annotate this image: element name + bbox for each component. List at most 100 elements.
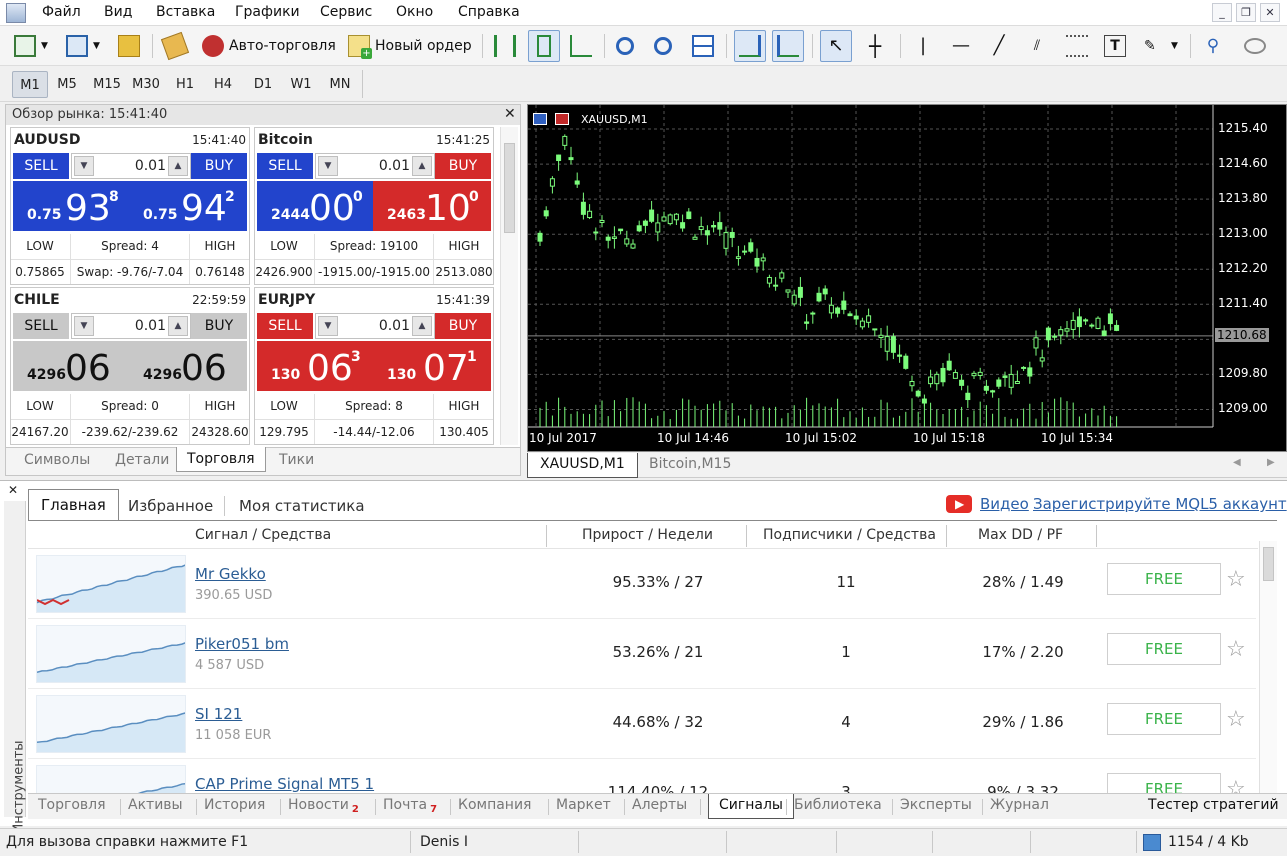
vertical-line-button[interactable]: | — [908, 30, 938, 62]
menu-window[interactable]: Окно — [396, 4, 433, 20]
lot-value[interactable]: 0.01 — [342, 158, 410, 174]
shapes-button[interactable]: ✎ ▼ — [1140, 30, 1182, 62]
chevron-down-icon[interactable]: ▼ — [74, 316, 94, 336]
star-icon[interactable]: ☆ — [1226, 777, 1246, 793]
minimize-icon[interactable]: _ — [1212, 3, 1232, 22]
sell-button[interactable]: SELL — [13, 153, 69, 179]
tab-1[interactable]: Торговля — [38, 797, 106, 813]
tf-h1[interactable]: H1 — [167, 71, 203, 98]
tab-8[interactable]: Алерты — [632, 797, 687, 813]
buy-button[interactable]: BUY — [435, 153, 491, 179]
market-watch-scrollbar[interactable] — [500, 127, 518, 445]
tf-d1[interactable]: D1 — [245, 71, 281, 98]
zoom-out-button[interactable] — [650, 30, 676, 62]
growth-thumbnail[interactable] — [36, 555, 188, 613]
chevron-down-icon[interactable]: ▼ — [318, 156, 338, 176]
subscribe-button[interactable]: FREE — [1107, 563, 1221, 595]
tab-details[interactable]: Детали — [115, 452, 169, 468]
chart-window[interactable]: XAUUSD,M1 1215.40 1214.60 1213.80 1213.00 12… — [527, 104, 1287, 452]
tf-h4[interactable]: H4 — [205, 71, 241, 98]
tf-m1[interactable]: M1 — [12, 71, 48, 98]
star-icon[interactable]: ☆ — [1226, 567, 1246, 592]
tab-4[interactable]: Новости 2 — [288, 797, 359, 815]
bid-price[interactable]: 2444 00 0 — [257, 181, 375, 231]
chevron-up-icon[interactable]: ▲ — [168, 156, 188, 176]
sell-button[interactable]: SELL — [13, 313, 69, 339]
auto-trading-button[interactable]: Авто-торговля — [198, 30, 340, 62]
ask-price[interactable]: 2463 10 0 — [373, 181, 491, 231]
buy-button[interactable]: BUY — [191, 153, 247, 179]
menu-insert[interactable]: Вставка — [156, 4, 215, 20]
tab-10[interactable]: Библиотека — [794, 797, 882, 813]
menu-view[interactable]: Вид — [104, 4, 132, 20]
growth-thumbnail[interactable] — [36, 765, 188, 793]
symbol-card[interactable]: CHILE 22:59:59 SELL ▼ 0.01 ▲ BUY 4296 06 4296 06 LO… — [10, 287, 250, 445]
lot-value[interactable]: 0.01 — [98, 318, 166, 334]
tf-m15[interactable]: M15 — [89, 71, 125, 98]
subscribe-button[interactable]: FREE — [1107, 703, 1221, 735]
tf-m5[interactable]: M5 — [49, 71, 85, 98]
tf-m30[interactable]: M30 — [128, 71, 164, 98]
close-icon[interactable]: ✕ — [1260, 3, 1280, 22]
scroll-right-icon[interactable]: ▶ — [1267, 457, 1275, 468]
tab-chart-bitcoin[interactable]: Bitcoin,M15 — [649, 456, 731, 472]
lot-stepper[interactable]: ▼ 0.01 ▲ — [315, 313, 435, 339]
tf-mn[interactable]: MN — [322, 71, 358, 98]
bar-chart-button[interactable] — [490, 30, 520, 62]
tab-5[interactable]: Почта 7 — [383, 797, 437, 815]
tab-chart-xauusd[interactable]: XAUUSD,M1 — [527, 453, 638, 478]
buy-button[interactable]: BUY — [435, 313, 491, 339]
signal-row[interactable]: Piker051 bm 4 587 USD 53.26% / 21 1 17% / 2.… — [28, 619, 1256, 689]
bid-price[interactable]: 0.75 93 8 — [13, 181, 131, 231]
tab-12[interactable]: Журнал — [990, 797, 1049, 813]
tab-6[interactable]: Компания — [458, 797, 531, 813]
lot-value[interactable]: 0.01 — [98, 158, 166, 174]
cursor-button[interactable]: ↖ — [820, 30, 852, 62]
symbol-card[interactable]: Bitcoin 15:41:25 SELL ▼ 0.01 ▲ BUY 2444 00 0 2463 1… — [254, 127, 494, 285]
menu-file[interactable]: Файл — [42, 4, 81, 20]
chart-shift-button[interactable] — [772, 30, 804, 62]
signal-row[interactable]: SI 121 11 058 EUR 44.68% / 32 4 29% / 1.86 FR… — [28, 689, 1256, 759]
tab-9[interactable]: Сигналы — [708, 794, 794, 819]
ask-price[interactable]: 130 07 1 — [373, 341, 491, 391]
growth-thumbnail[interactable] — [36, 625, 188, 683]
horizontal-line-button[interactable]: — — [946, 30, 976, 62]
tab-trading[interactable]: Торговля — [176, 447, 266, 472]
tab-11[interactable]: Эксперты — [900, 797, 972, 813]
buy-button[interactable]: BUY — [191, 313, 247, 339]
trendline-button[interactable]: ╱ — [984, 30, 1014, 62]
tab-7[interactable]: Маркет — [556, 797, 611, 813]
menu-charts[interactable]: Графики — [235, 4, 300, 20]
profiles-button[interactable]: ▼ — [62, 30, 104, 62]
symbol-card[interactable]: AUDUSD 15:41:40 SELL ▼ 0.01 ▲ BUY 0.75 93 8 0.75 94… — [10, 127, 250, 285]
tile-windows-button[interactable] — [688, 30, 718, 62]
sell-button[interactable]: SELL — [257, 153, 313, 179]
symbol-card[interactable]: EURJPY 15:41:39 SELL ▼ 0.01 ▲ BUY 130 06 3 130 07 1 L… — [254, 287, 494, 445]
signal-row[interactable]: Mr Gekko 390.65 USD 95.33% / 27 11 28% / 1.4… — [28, 549, 1256, 619]
fibonacci-button[interactable] — [1062, 30, 1092, 62]
market-watch-button[interactable] — [160, 30, 190, 62]
bid-price[interactable]: 4296 06 — [13, 341, 131, 391]
star-icon[interactable]: ☆ — [1226, 707, 1246, 732]
candlestick-chart[interactable] — [528, 105, 1286, 451]
ask-price[interactable]: 0.75 94 2 — [129, 181, 247, 231]
menu-tools[interactable]: Сервис — [320, 4, 372, 20]
tf-w1[interactable]: W1 — [283, 71, 319, 98]
tab-ticks[interactable]: Тики — [279, 452, 314, 468]
text-label-button[interactable]: T — [1100, 30, 1130, 62]
signal-row[interactable]: CAP Prime Signal MT5 1 114.40% / 12 3 9% / … — [28, 759, 1256, 793]
signal-name-link[interactable]: CAP Prime Signal MT5 1 — [195, 775, 374, 793]
tab-3[interactable]: История — [204, 797, 265, 813]
bid-price[interactable]: 130 06 3 — [257, 341, 375, 391]
restore-icon[interactable]: ❐ — [1236, 3, 1256, 22]
scroll-left-icon[interactable]: ◀ — [1233, 457, 1241, 468]
star-icon[interactable]: ☆ — [1226, 637, 1246, 662]
lot-value[interactable]: 0.01 — [342, 318, 410, 334]
tab-symbols[interactable]: Символы — [24, 452, 90, 468]
navigator-button[interactable] — [114, 30, 144, 62]
new-chart-button[interactable]: ▼ — [10, 30, 52, 62]
zoom-in-button[interactable] — [612, 30, 638, 62]
ask-price[interactable]: 4296 06 — [129, 341, 247, 391]
growth-thumbnail[interactable] — [36, 695, 188, 753]
chevron-down-icon[interactable]: ▼ — [74, 156, 94, 176]
